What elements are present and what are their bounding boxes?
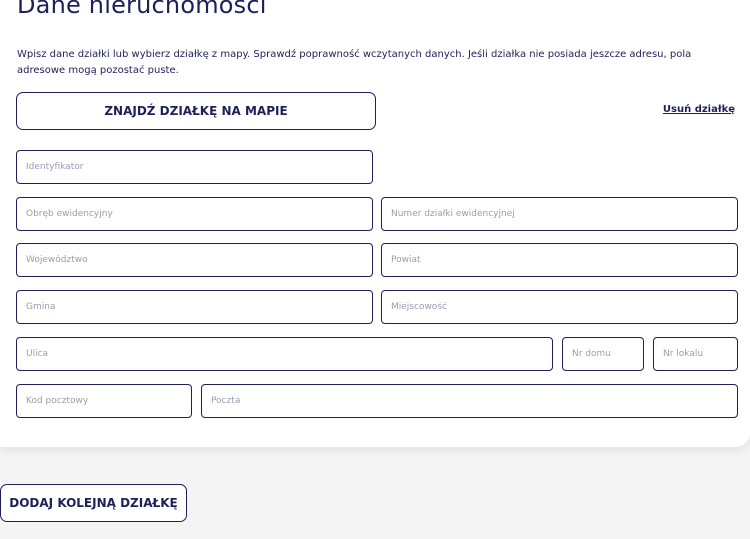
locality-input[interactable] xyxy=(381,290,738,324)
remove-plot-link[interactable]: Usuń działkę xyxy=(663,104,735,115)
apartment-number-input[interactable] xyxy=(653,337,738,371)
find-plot-on-map-button[interactable]: ZNAJDŹ DZIAŁKĘ NA MAPIE xyxy=(16,92,376,130)
add-another-plot-button[interactable]: DODAJ KOLEJNĄ DZIAŁKĘ xyxy=(0,484,187,522)
property-data-card: Dane nieruchomości Wpisz dane działki lu… xyxy=(0,0,750,447)
plot-number-input[interactable] xyxy=(381,197,738,231)
identifier-input[interactable] xyxy=(16,150,373,184)
house-number-input[interactable] xyxy=(562,337,644,371)
post-office-input[interactable] xyxy=(201,384,738,418)
voivodeship-input[interactable] xyxy=(16,243,373,277)
precinct-input[interactable] xyxy=(16,197,373,231)
page-title: Dane nieruchomości xyxy=(17,0,267,19)
county-input[interactable] xyxy=(381,243,738,277)
postal-code-input[interactable] xyxy=(16,384,192,418)
section-description: Wpisz dane działki lub wybierz działkę z… xyxy=(17,49,692,76)
street-input[interactable] xyxy=(16,337,553,371)
commune-input[interactable] xyxy=(16,290,373,324)
